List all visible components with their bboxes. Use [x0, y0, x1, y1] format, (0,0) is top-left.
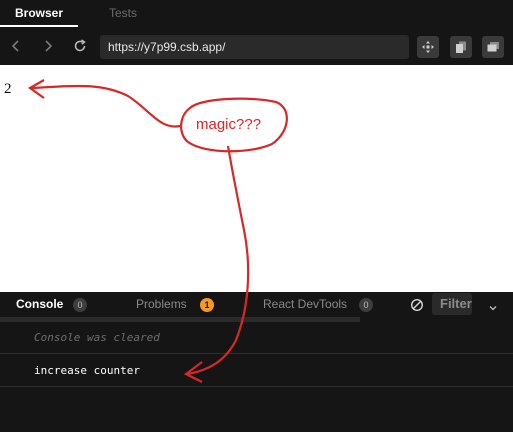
navigation-bar: https://y7p99.csb.app/ — [0, 27, 513, 65]
open-new-window-icon[interactable] — [482, 36, 504, 58]
preview-pane: 2 — [0, 65, 513, 292]
back-arrow-icon[interactable] — [6, 36, 26, 56]
tab-browser[interactable]: Browser — [0, 0, 78, 27]
console-count-badge: 0 — [73, 298, 87, 312]
console-log-entry: increase counter — [0, 354, 513, 387]
copy-icon[interactable] — [450, 36, 472, 58]
tab-react-devtools[interactable]: React DevTools — [263, 292, 347, 317]
tab-problems-label: Problems — [136, 297, 187, 311]
tab-problems[interactable]: Problems — [136, 292, 187, 317]
clear-console-icon[interactable] — [410, 298, 424, 312]
console-filter-input[interactable]: Filter — [432, 293, 472, 315]
console-output: Console was cleared increase counter — [0, 322, 513, 432]
refresh-icon[interactable] — [70, 36, 90, 56]
console-tabbar: Console 0 Problems 1 React DevTools 0 Fi… — [0, 292, 513, 317]
chevron-down-icon[interactable] — [488, 300, 498, 311]
url-input[interactable]: https://y7p99.csb.app/ — [100, 35, 409, 59]
tab-tests[interactable]: Tests — [94, 0, 152, 27]
preview-tabs: Browser Tests — [0, 0, 513, 27]
annotation-text: magic??? — [196, 116, 262, 133]
tab-console-label: Console — [16, 297, 64, 311]
console-cleared-message: Console was cleared — [0, 322, 513, 354]
tab-react-devtools-label: React DevTools — [263, 297, 348, 311]
forward-arrow-icon[interactable] — [38, 36, 58, 56]
counter-value: 2 — [4, 81, 12, 97]
react-devtools-count-badge: 0 — [359, 298, 373, 312]
move-icon[interactable] — [417, 36, 439, 58]
problems-count-badge: 1 — [200, 298, 214, 312]
